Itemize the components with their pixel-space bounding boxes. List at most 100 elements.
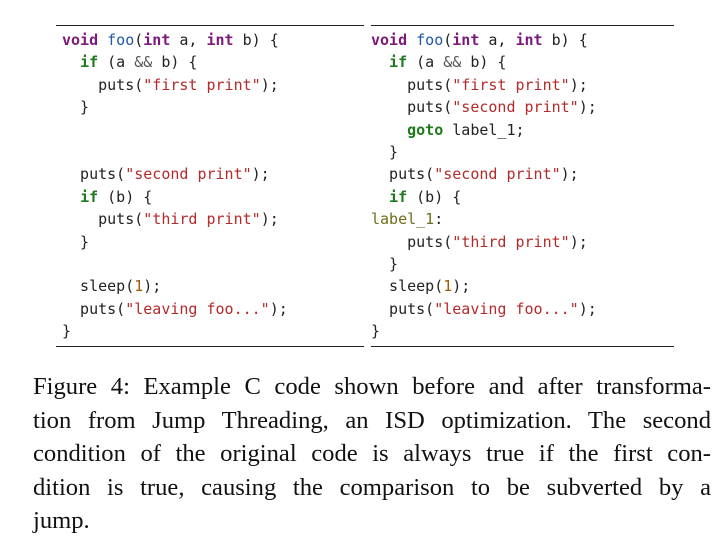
code-line: puts("second print"); <box>62 163 270 185</box>
code-token: sleep( <box>62 277 135 296</box>
code-token: ); <box>260 75 279 94</box>
code-token: && <box>443 53 462 72</box>
code-token: label_1 <box>371 210 435 229</box>
code-line: sleep(1); <box>62 275 161 297</box>
code-token: "first print" <box>452 75 570 94</box>
code-line: if (a && b) { <box>371 51 506 73</box>
code-token: if <box>80 187 99 206</box>
code-token: } <box>371 322 381 341</box>
code-line: if (b) { <box>371 186 461 208</box>
code-token: "second print" <box>434 165 561 184</box>
code-line: if (a && b) { <box>62 51 197 73</box>
code-line: } <box>371 253 398 275</box>
code-line: puts("leaving foo..."); <box>62 298 288 320</box>
code-token: ); <box>260 210 279 229</box>
code-line: puts("first print"); <box>371 74 588 96</box>
code-token: ); <box>143 277 162 296</box>
code-line: } <box>371 141 398 163</box>
code-line: puts("first print"); <box>62 74 279 96</box>
code-token: b) { <box>152 53 198 72</box>
caption-line: dition is true, causing the comparison t… <box>33 473 711 501</box>
code-token: void <box>371 31 408 49</box>
code-token: int <box>143 31 171 49</box>
code-line: goto label_1; <box>371 119 525 141</box>
code-token: ( <box>134 31 144 49</box>
code-token: goto <box>407 120 444 139</box>
code-token: : <box>434 210 444 229</box>
code-token: sleep( <box>371 277 444 296</box>
code-token: ); <box>251 165 270 184</box>
code-token: ); <box>569 232 588 251</box>
code-token: puts( <box>371 232 453 251</box>
code-token: if <box>80 53 99 72</box>
code-token: foo <box>107 31 135 49</box>
caption-line: jump. <box>33 507 90 534</box>
code-line: puts("third print"); <box>371 231 588 253</box>
code-token: if <box>389 53 408 72</box>
code-token: ); <box>578 299 597 318</box>
top-rule-left <box>56 25 364 26</box>
code-token: b) { <box>461 53 507 72</box>
code-token: "third print" <box>143 210 261 229</box>
code-token: a, <box>170 31 207 49</box>
code-line: if (b) { <box>62 186 152 208</box>
code-token: label_1; <box>443 120 525 139</box>
code-token: (b) { <box>407 187 462 206</box>
code-token: puts( <box>371 98 453 117</box>
caption-line: tion from Jump Threading, an ISD optimiz… <box>33 406 711 434</box>
code-token: "leaving foo..." <box>434 299 579 318</box>
code-line: } <box>62 320 71 342</box>
code-line: label_1: <box>371 208 443 230</box>
code-line: puts("third print"); <box>62 208 279 230</box>
code-token: a, <box>479 31 516 49</box>
code-token: && <box>134 53 153 72</box>
code-line: } <box>371 320 380 342</box>
code-token: "leaving foo..." <box>125 299 270 318</box>
code-token: "second print" <box>125 165 252 184</box>
code-token: puts( <box>62 165 126 184</box>
code-token: puts( <box>62 210 144 229</box>
code-token: puts( <box>62 75 144 94</box>
code-token: (b) { <box>98 187 153 206</box>
code-token: b) { <box>233 31 279 49</box>
code-token: } <box>371 143 399 161</box>
code-token: if <box>389 187 408 206</box>
code-token: puts( <box>62 299 126 318</box>
code-line: sleep(1); <box>371 275 470 297</box>
code-line: void foo(int a, int b) { <box>62 29 279 51</box>
code-token: 1 <box>134 277 144 296</box>
code-token: puts( <box>371 299 435 318</box>
caption-line: condition of the original code is always… <box>33 440 711 467</box>
code-token: "third print" <box>452 232 570 251</box>
code-token: (a <box>98 53 135 72</box>
code-token: void <box>62 31 99 49</box>
code-token: (a <box>407 53 444 72</box>
code-token: ); <box>578 98 597 117</box>
code-token: ( <box>443 31 453 49</box>
code-token: ); <box>569 75 588 94</box>
code-token: } <box>62 232 90 251</box>
code-token: "second print" <box>452 98 579 117</box>
code-token: ); <box>560 165 579 184</box>
code-token: } <box>62 98 90 117</box>
top-rule-right <box>371 25 674 26</box>
code-token: ); <box>269 299 288 318</box>
code-token: int <box>452 31 480 49</box>
code-token: } <box>371 255 399 273</box>
code-token: int <box>206 31 234 49</box>
code-token: int <box>515 31 543 49</box>
code-line: puts("leaving foo..."); <box>371 298 597 320</box>
code-token: puts( <box>371 165 435 184</box>
code-token: 1 <box>443 277 453 296</box>
bottom-rule-right <box>371 346 674 347</box>
code-token: } <box>62 322 72 341</box>
code-line: } <box>62 96 89 118</box>
code-token: b) { <box>542 31 588 49</box>
caption-line: Figure 4: Example C code shown before an… <box>33 373 711 400</box>
